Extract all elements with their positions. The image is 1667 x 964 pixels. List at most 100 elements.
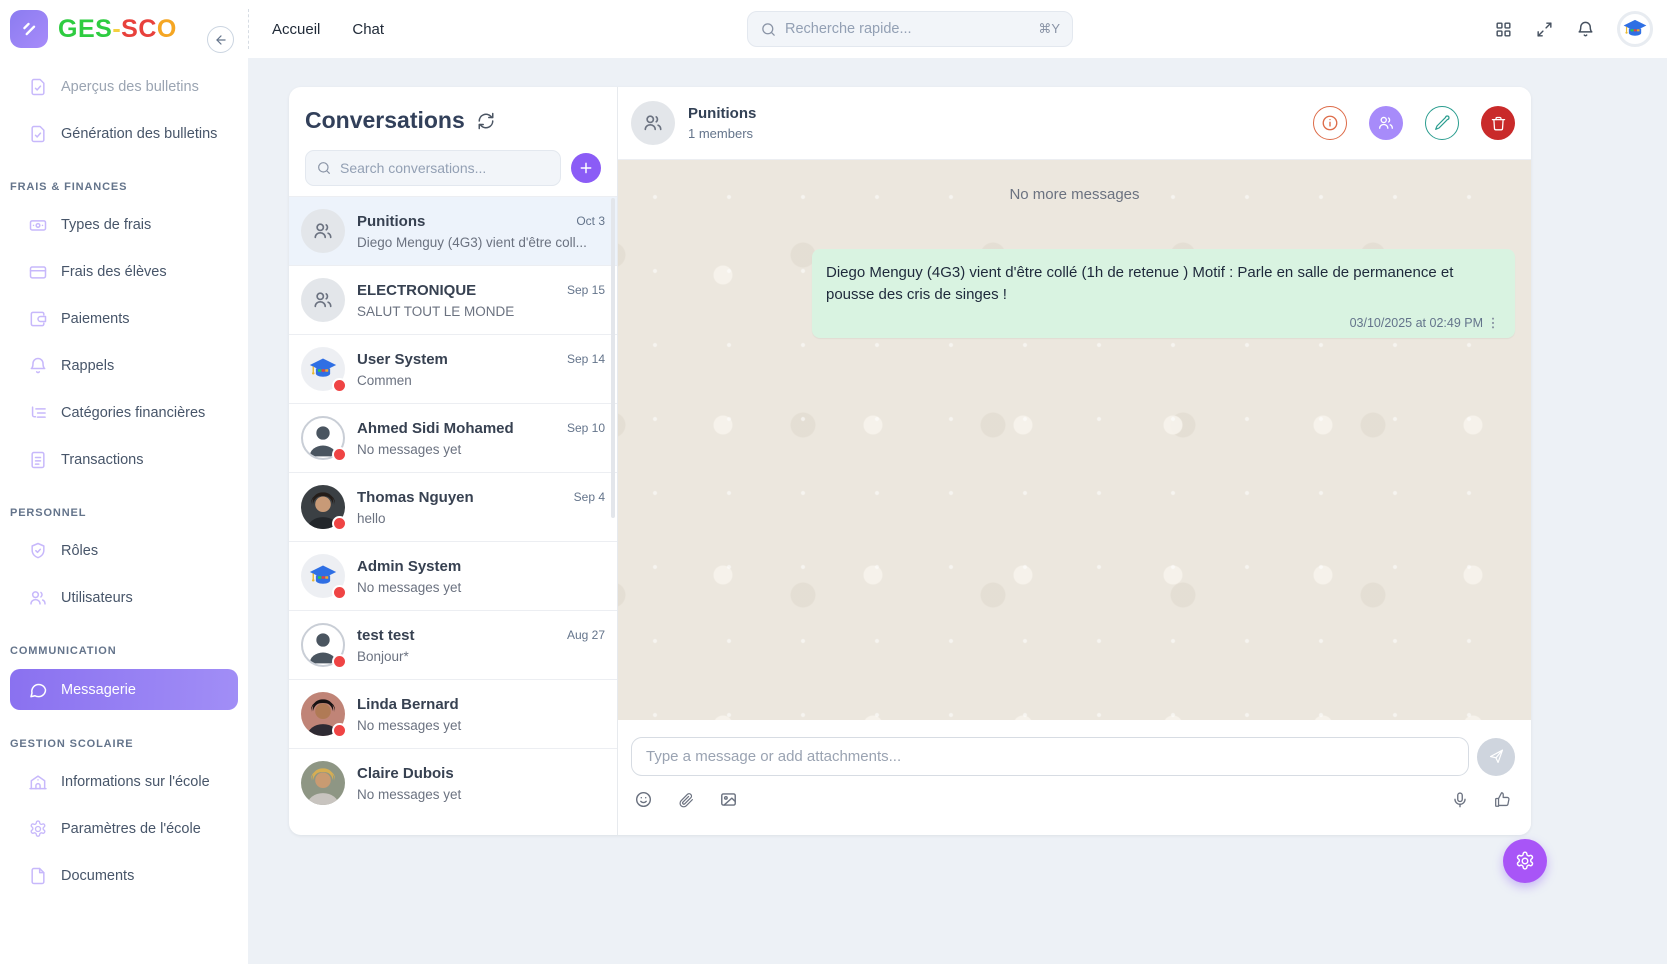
conversation-item[interactable]: ELECTRONIQUE Sep 15 SALUT TOUT LE MONDE <box>289 265 617 334</box>
conversation-name: Thomas Nguyen <box>357 489 474 506</box>
message-input[interactable] <box>631 737 1469 776</box>
chat-members-count: 1 members <box>688 126 756 141</box>
sidebar-item-generation-des-bulletins[interactable]: Génération des bulletins <box>0 110 248 157</box>
new-conversation-button[interactable] <box>571 153 601 183</box>
message-menu-icon[interactable] <box>1485 315 1501 331</box>
conversations-search[interactable] <box>305 150 561 186</box>
nav-accueil[interactable]: Accueil <box>272 21 320 38</box>
send-button[interactable] <box>1477 738 1515 776</box>
conversation-preview: SALUT TOUT LE MONDE <box>357 304 605 319</box>
sidebar-item-label: Informations sur l'école <box>61 774 210 790</box>
unread-status-dot <box>332 654 347 669</box>
conversation-item[interactable]: test testAug 27Bonjour* <box>289 610 617 679</box>
fullscreen-icon[interactable] <box>1535 20 1554 39</box>
conversation-preview: hello <box>357 511 605 526</box>
chat-add-members-button[interactable] <box>1369 106 1403 140</box>
sidebar-item-utilisateurs[interactable]: Utilisateurs <box>0 574 248 621</box>
settings-fab-button[interactable] <box>1503 839 1547 883</box>
conversation-name: Admin System <box>357 558 461 575</box>
apps-grid-icon[interactable] <box>1494 20 1513 39</box>
sidebar-item-rappels[interactable]: Rappels <box>0 342 248 389</box>
avatar <box>301 416 345 460</box>
emoji-icon[interactable] <box>634 790 653 809</box>
sidebar-item-types-de-frais[interactable]: Types de frais <box>0 201 248 248</box>
conversation-name: User System <box>357 351 448 368</box>
sidebar-item-frais-des-eleves[interactable]: Frais des élèves <box>0 248 248 295</box>
global-search[interactable]: ⌘Y <box>747 11 1073 47</box>
plus-icon <box>578 160 594 176</box>
unread-status-dot <box>332 447 347 462</box>
sidebar-item-label: Paiements <box>61 311 130 327</box>
sidebar-item-label: Rappels <box>61 358 114 374</box>
conversation-date: Sep 14 <box>567 352 605 366</box>
sidebar-section-header: PERSONNEL <box>0 483 248 527</box>
conversation-preview: Bonjour* <box>357 649 605 664</box>
chat-delete-button[interactable] <box>1481 106 1515 140</box>
conversations-search-input[interactable] <box>340 160 550 176</box>
conversation-date: Sep 4 <box>574 490 605 504</box>
chat-info-button[interactable] <box>1313 106 1347 140</box>
attachment-icon[interactable] <box>677 791 695 809</box>
search-shortcut-hint: ⌘Y <box>1038 21 1060 37</box>
file-icon <box>28 866 48 886</box>
conversation-name: test test <box>357 627 415 644</box>
conversation-name: ELECTRONIQUE <box>357 282 476 299</box>
group-icon <box>642 112 664 134</box>
sidebar-item-messagerie[interactable]: Messagerie <box>10 669 238 710</box>
conversation-item[interactable]: PunitionsOct 3Diego Menguy (4G3) vient d… <box>289 196 617 265</box>
conversation-name: Linda Bernard <box>357 696 459 713</box>
conversation-preview: No messages yet <box>357 787 605 802</box>
messaging-card: Conversations PunitionsOct 3Diego Menguy… <box>289 87 1531 835</box>
image-icon[interactable] <box>719 790 738 809</box>
notifications-bell-icon[interactable] <box>1576 20 1595 39</box>
logo-letter: S <box>121 15 138 44</box>
sidebar-item-apercus-des-bulletins[interactable]: Aperçus des bulletins <box>0 63 248 110</box>
chat-title: Punitions <box>688 105 756 122</box>
brand-area: GES-SCO <box>0 10 248 48</box>
chat-edit-button[interactable] <box>1425 106 1459 140</box>
credit-card-icon <box>28 262 48 282</box>
sidebar-item-categories-financieres[interactable]: Catégories financières <box>0 389 248 436</box>
user-avatar[interactable] <box>1617 11 1653 47</box>
conversation-item[interactable]: Linda BernardNo messages yet <box>289 679 617 748</box>
sidebar-item-label: Frais des élèves <box>61 264 167 280</box>
list-tree-icon <box>28 403 48 423</box>
banknote-icon <box>28 215 48 235</box>
conversation-date: Sep 15 <box>567 283 605 297</box>
avatar <box>301 347 345 391</box>
unread-status-dot <box>332 585 347 600</box>
unread-status-dot <box>332 516 347 531</box>
avatar <box>301 278 345 322</box>
settings-icon <box>28 819 48 839</box>
sidebar-collapse-button[interactable] <box>207 26 234 53</box>
sidebar-item-parametres-de-l-ecole[interactable]: Paramètres de l'école <box>0 805 248 852</box>
nav-chat[interactable]: Chat <box>352 21 384 38</box>
sidebar-item-paiements[interactable]: Paiements <box>0 295 248 342</box>
info-icon <box>1321 114 1339 132</box>
microphone-icon[interactable] <box>1451 791 1469 809</box>
scrollbar-thumb[interactable] <box>611 198 615 518</box>
conversation-item[interactable]: User System Sep 14 Commen <box>289 334 617 403</box>
refresh-conversations-icon[interactable] <box>477 112 495 130</box>
sidebar-item-informations-sur-l-ecole[interactable]: Informations sur l'école <box>0 758 248 805</box>
avatar <box>301 209 345 253</box>
sidebar-section-header: FRAIS & FINANCES <box>0 157 248 201</box>
conversation-item[interactable]: Claire DuboisNo messages yet <box>289 748 617 817</box>
sidebar-section-header: GESTION SCOLAIRE <box>0 714 248 758</box>
sidebar-item-roles[interactable]: Rôles <box>0 527 248 574</box>
conversation-item[interactable]: Ahmed Sidi MohamedSep 10No messages yet <box>289 403 617 472</box>
conversation-item[interactable]: Admin SystemNo messages yet <box>289 541 617 610</box>
trash-icon <box>1490 115 1507 132</box>
avatar <box>301 692 345 736</box>
conversation-date: Oct 3 <box>576 214 605 228</box>
thumbs-up-icon[interactable] <box>1493 790 1512 809</box>
conversation-item[interactable]: Thomas Nguyen Sep 4 hello <box>289 472 617 541</box>
global-search-input[interactable] <box>785 21 1030 37</box>
file-text-icon <box>28 450 48 470</box>
conversation-preview: Diego Menguy (4G3) vient d'être coll... <box>357 235 605 250</box>
sidebar-item-transactions[interactable]: Transactions <box>0 436 248 483</box>
shield-check-icon <box>28 541 48 561</box>
sidebar-item-documents[interactable]: Documents <box>0 852 248 899</box>
conversation-preview: Commen <box>357 373 605 388</box>
school-icon <box>28 772 48 792</box>
